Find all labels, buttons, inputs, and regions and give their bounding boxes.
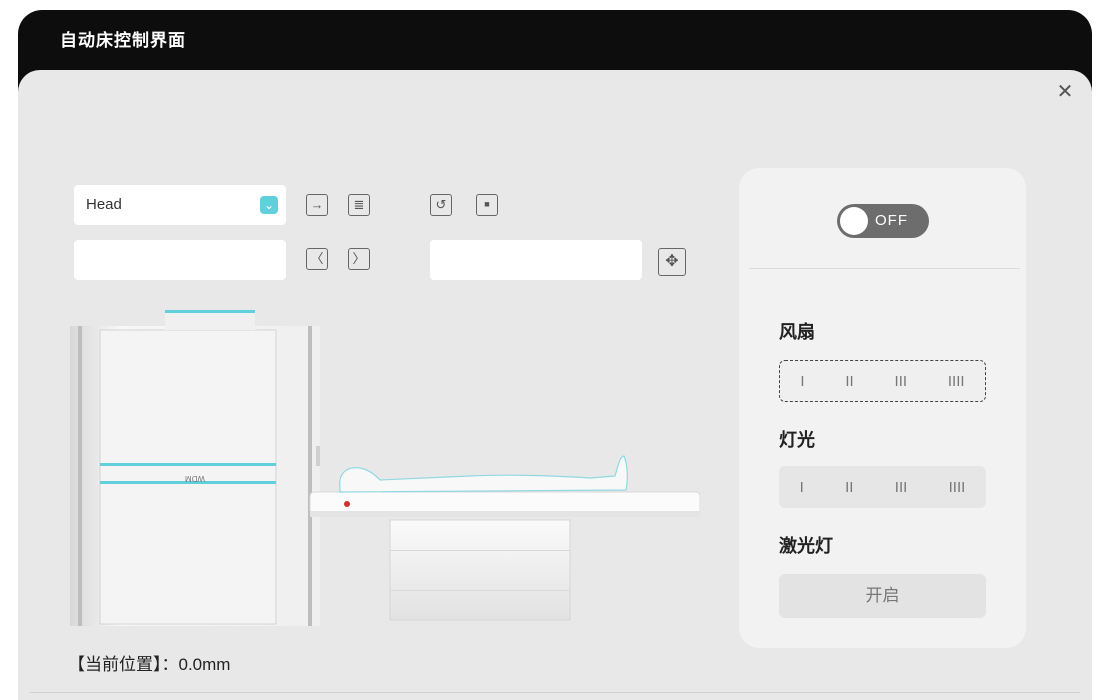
chevron-right-icon[interactable]: 〉 xyxy=(348,248,370,270)
chevron-left-icon[interactable]: 〈 xyxy=(306,248,328,270)
card-divider xyxy=(749,268,1020,269)
light-level-2[interactable]: II xyxy=(845,479,853,496)
stop-icon[interactable]: ■ xyxy=(476,194,498,216)
window-title: 自动床控制界面 xyxy=(60,31,186,50)
light-level-3[interactable]: III xyxy=(895,479,908,496)
fan-level-selector[interactable]: I II III IIII xyxy=(779,360,986,402)
list-icon[interactable]: ≣ xyxy=(348,194,370,216)
power-toggle[interactable]: OFF xyxy=(837,204,929,238)
window: 自动床控制界面 ✕ Head ⌄ → ≣ ↺ ■ 〈 〉 ✥ WDM 【当前位置… xyxy=(18,10,1092,700)
divider xyxy=(30,692,1080,693)
toggle-knob xyxy=(840,207,868,235)
move-icon[interactable]: ✥ xyxy=(658,248,686,276)
control-card: OFF 风扇 I II III IIII 灯光 I II III IIII 激光… xyxy=(739,168,1026,648)
region-select[interactable]: Head ⌄ xyxy=(74,185,286,225)
ct-machine-illustration: WDM xyxy=(70,310,700,626)
light-level-4[interactable]: IIII xyxy=(949,479,966,496)
main-panel: ✕ Head ⌄ → ≣ ↺ ■ 〈 〉 ✥ WDM 【当前位置】：0.0mm … xyxy=(18,70,1092,700)
chevron-down-icon[interactable]: ⌄ xyxy=(260,196,278,214)
position-input-right[interactable] xyxy=(430,240,642,280)
current-position-label: 【当前位置】：0.0mm xyxy=(68,655,231,674)
undo-icon[interactable]: ↺ xyxy=(430,194,452,216)
position-input-left[interactable] xyxy=(74,240,286,280)
fan-level-4[interactable]: IIII xyxy=(948,373,965,390)
power-toggle-label: OFF xyxy=(875,212,908,229)
brand-logo: WDM xyxy=(185,474,205,483)
light-level-selector[interactable]: I II III IIII xyxy=(779,466,986,508)
fan-level-3[interactable]: III xyxy=(895,373,908,390)
light-title: 灯光 xyxy=(779,430,815,450)
fan-level-2[interactable]: II xyxy=(845,373,853,390)
laser-open-button[interactable]: 开启 xyxy=(779,574,986,618)
laser-title: 激光灯 xyxy=(779,536,833,556)
arrow-right-icon[interactable]: → xyxy=(306,194,328,216)
close-icon[interactable]: ✕ xyxy=(1055,82,1075,102)
region-select-value: Head xyxy=(86,196,122,213)
fan-level-1[interactable]: I xyxy=(800,373,804,390)
light-level-1[interactable]: I xyxy=(800,479,804,496)
fan-title: 风扇 xyxy=(779,322,815,342)
